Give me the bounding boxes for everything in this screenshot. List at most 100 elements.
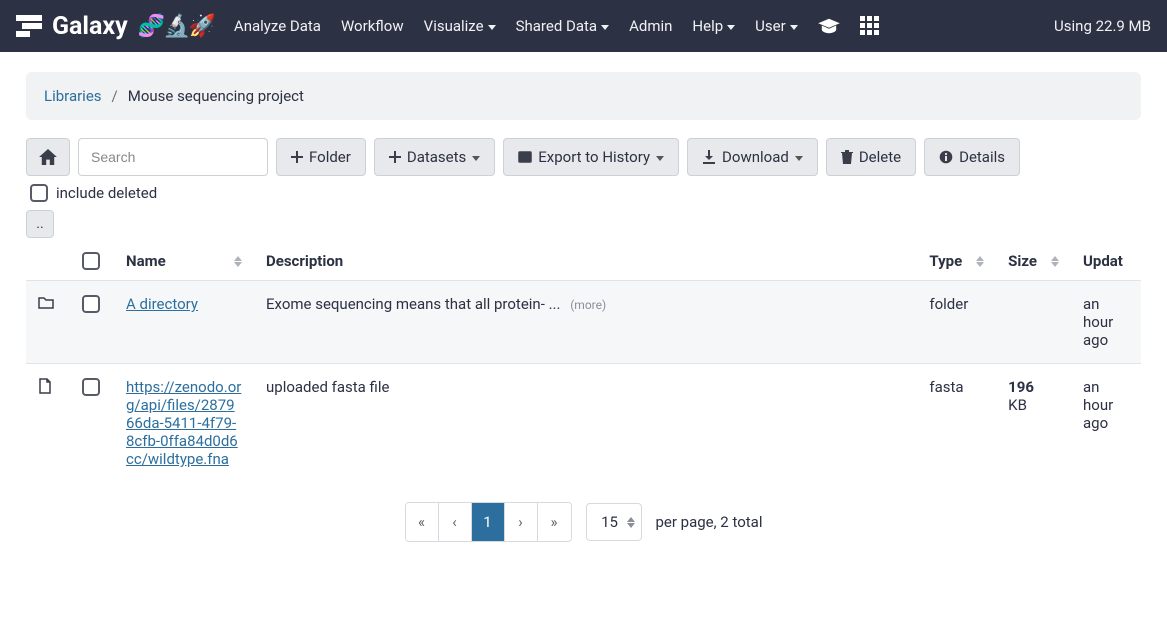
details-button-label: Details: [959, 148, 1005, 166]
page-first-button[interactable]: «: [406, 503, 439, 541]
chevron-down-icon: [790, 25, 798, 30]
include-deleted-checkbox[interactable]: [30, 184, 48, 202]
delete-button-label: Delete: [859, 148, 901, 166]
row-size-unit: KB: [1008, 396, 1027, 414]
plus-icon: [291, 151, 303, 163]
trash-icon: [841, 150, 853, 164]
folder-button-label: Folder: [309, 148, 351, 166]
page-last-button[interactable]: »: [538, 503, 571, 541]
header-description-label: Description: [266, 252, 343, 270]
page-prev-button[interactable]: ‹: [439, 503, 472, 541]
nav-link-label: Help: [692, 17, 723, 35]
row-size: [996, 281, 1071, 364]
folder-icon: [38, 295, 54, 309]
include-deleted-wrap: include deleted: [30, 184, 157, 202]
table-row[interactable]: A directory Exome sequencing means that …: [26, 281, 1141, 364]
chevron-down-icon: [488, 25, 496, 30]
download-button-label: Download: [722, 148, 789, 166]
nav-usage: Using 22.9 MB: [1054, 17, 1151, 35]
page-next-button[interactable]: ›: [505, 503, 538, 541]
header-name[interactable]: Name: [114, 242, 254, 281]
row-description-text: uploaded fasta file: [266, 378, 389, 396]
row-updated: an hour ago: [1071, 364, 1141, 483]
chevron-down-icon: [795, 156, 803, 161]
header-updated[interactable]: Updat: [1071, 242, 1141, 281]
pagination-suffix: per page, 2 total: [656, 513, 763, 531]
datasets-button-label: Datasets: [407, 148, 466, 166]
export-button[interactable]: Export to History: [503, 138, 679, 176]
row-name-link[interactable]: A directory: [126, 295, 198, 313]
chevron-down-icon: [472, 156, 480, 161]
book-icon: [518, 151, 532, 163]
nav-workflow[interactable]: Workflow: [341, 17, 404, 35]
brand[interactable]: Galaxy 🧬🔬🚀: [16, 12, 214, 41]
header-type[interactable]: Type: [917, 242, 996, 281]
include-deleted-label: include deleted: [56, 184, 157, 202]
nav-link-label: Shared Data: [516, 17, 597, 35]
row-kind-icon-cell: [26, 281, 70, 364]
chevron-down-icon: [727, 25, 735, 30]
nav-shared-data[interactable]: Shared Data: [516, 17, 609, 35]
breadcrumb: Libraries / Mouse sequencing project: [26, 72, 1141, 120]
per-page-value: 15: [599, 513, 621, 531]
header-name-label: Name: [126, 252, 166, 270]
download-button[interactable]: Download: [687, 138, 818, 176]
nav-link-label: Workflow: [341, 17, 404, 35]
file-icon: [38, 378, 52, 394]
table-wrap: Name Description Type Size Updat: [26, 242, 1141, 482]
row-kind-icon-cell: [26, 364, 70, 483]
select-all-checkbox[interactable]: [82, 252, 100, 270]
nav-analyze-data[interactable]: Analyze Data: [234, 17, 321, 35]
nav-training-icon[interactable]: [818, 17, 840, 35]
toolbar: Folder Datasets Export to History Downlo…: [26, 138, 1141, 202]
breadcrumb-current: Mouse sequencing project: [128, 87, 304, 105]
sort-icon: [1043, 256, 1059, 267]
details-button[interactable]: Details: [924, 138, 1020, 176]
home-icon: [39, 149, 57, 165]
stepper-up-icon[interactable]: [627, 517, 635, 522]
stepper-down-icon[interactable]: [627, 523, 635, 528]
home-button[interactable]: [26, 138, 70, 176]
breadcrumb-root[interactable]: Libraries: [44, 87, 102, 105]
header-size[interactable]: Size: [996, 242, 1071, 281]
content: Libraries / Mouse sequencing project Fol…: [0, 52, 1167, 562]
header-select-all[interactable]: [70, 242, 114, 281]
brand-emoji-icon: 🧬🔬🚀: [138, 14, 214, 39]
page-current-button[interactable]: 1: [472, 503, 505, 541]
info-icon: [939, 150, 953, 164]
navbar: Galaxy 🧬🔬🚀 Analyze Data Workflow Visuali…: [0, 0, 1167, 52]
row-description-text: Exome sequencing means that all protein-…: [266, 295, 560, 313]
row-size-value: 196: [1008, 378, 1034, 396]
header-description: Description: [254, 242, 917, 281]
chevron-down-icon: [601, 25, 609, 30]
page-group: « ‹ 1 › »: [405, 502, 572, 542]
up-directory-button[interactable]: ..: [26, 210, 54, 238]
nav-user[interactable]: User: [755, 17, 798, 35]
sort-icon: [968, 256, 984, 267]
search-input[interactable]: [78, 138, 268, 176]
row-size: 196 KB: [996, 364, 1071, 483]
nav-link-label: Admin: [629, 17, 672, 35]
folder-button[interactable]: Folder: [276, 138, 366, 176]
export-button-label: Export to History: [538, 148, 650, 166]
nav-visualize[interactable]: Visualize: [424, 17, 496, 35]
delete-button[interactable]: Delete: [826, 138, 916, 176]
row-name-link[interactable]: https://zenodo.org/api/files/287966da-54…: [126, 378, 242, 468]
row-updated: an hour ago: [1071, 281, 1141, 364]
row-checkbox[interactable]: [82, 378, 100, 396]
nav-link-label: Visualize: [424, 17, 484, 35]
header-updated-label: Updat: [1083, 252, 1123, 270]
nav-help[interactable]: Help: [692, 17, 735, 35]
nav-admin[interactable]: Admin: [629, 17, 672, 35]
nav-grid-icon[interactable]: [860, 16, 880, 36]
row-type: fasta: [917, 364, 996, 483]
per-page-stepper[interactable]: 15: [586, 503, 642, 541]
row-more-link[interactable]: (more): [570, 298, 606, 312]
breadcrumb-sep: /: [112, 87, 118, 105]
datasets-button[interactable]: Datasets: [374, 138, 495, 176]
table-row[interactable]: https://zenodo.org/api/files/287966da-54…: [26, 364, 1141, 483]
row-checkbox[interactable]: [82, 295, 100, 313]
galaxy-logo-icon: [16, 15, 42, 37]
header-type-label: Type: [929, 252, 962, 270]
row-description: uploaded fasta file: [254, 364, 917, 483]
